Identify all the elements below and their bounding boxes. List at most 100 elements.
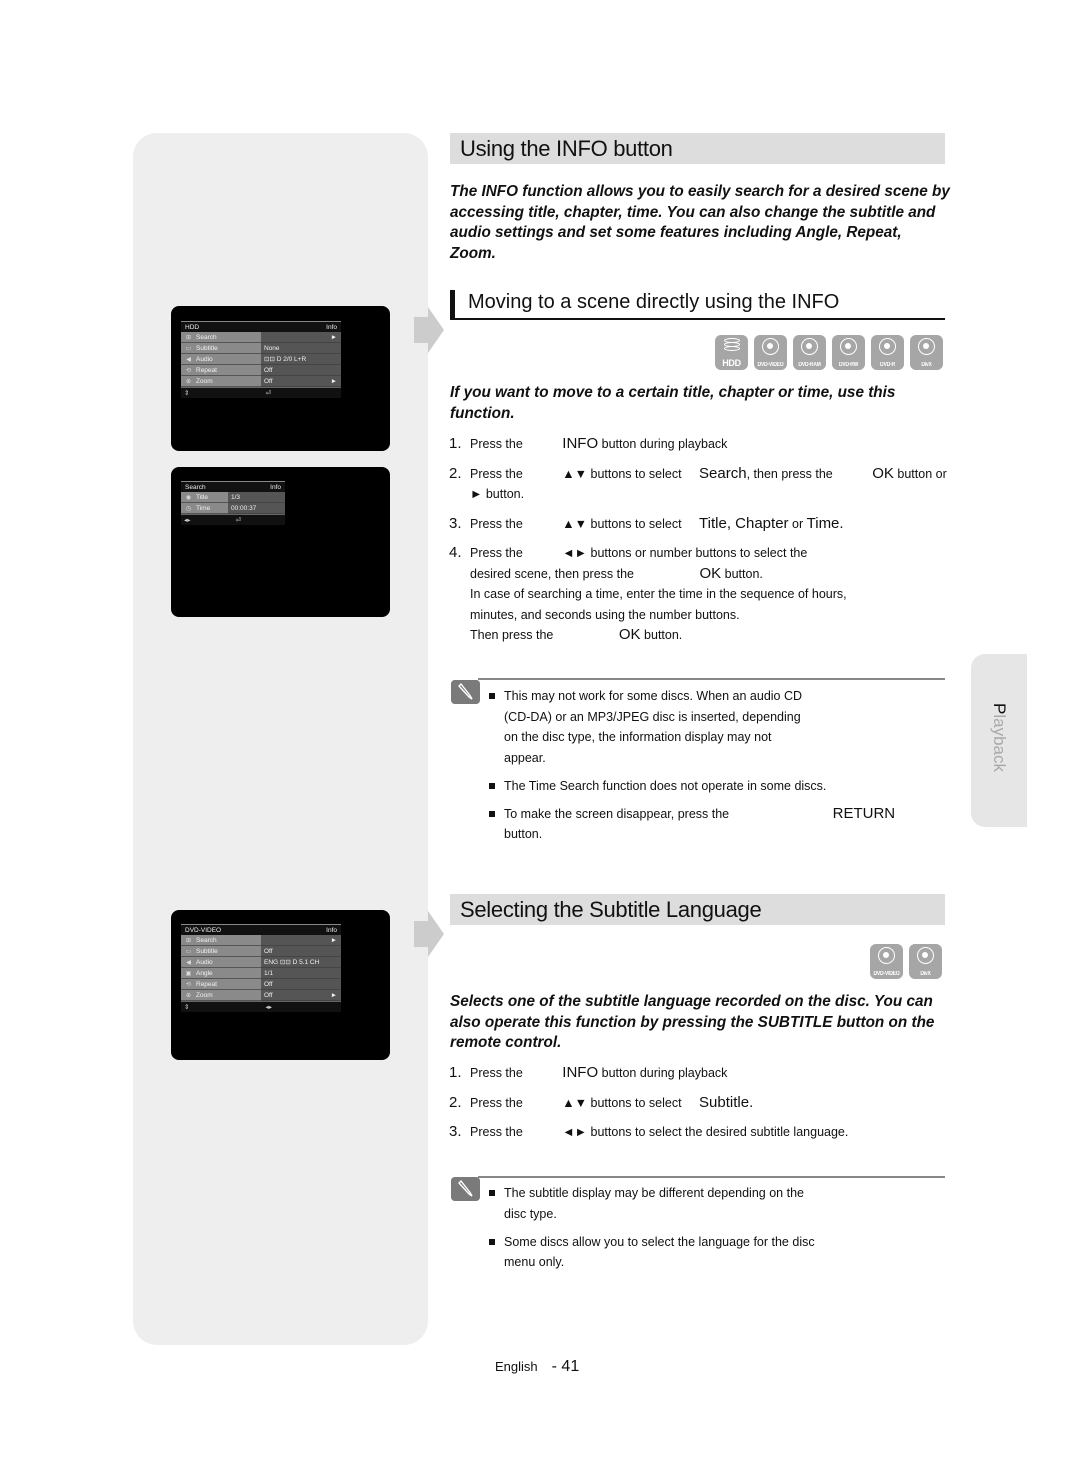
osd-row-audio: ◀ Audio ENG ⊡⊡ D 5.1 CH [181, 957, 341, 968]
osd-row-value: Off [264, 947, 273, 955]
key-name: OK [618, 626, 641, 643]
osd-row-label: Repeat [196, 366, 217, 374]
audio-icon: ◀ [186, 356, 191, 363]
supported-disc-icons: DVD-VIDEO DivX [870, 944, 942, 979]
osd-row-repeat: ⟲ Repeat Off [181, 979, 341, 990]
note-item: Some discs allow you to select the langu… [488, 1232, 838, 1273]
chapter-tab-label: Playback [989, 703, 1009, 772]
osd-row-title: ◉ Title 1/3 [181, 492, 285, 503]
step-item: 3. Press the ◄► buttons to select the de… [449, 1122, 949, 1143]
steps-list: 1. Press the INFO button during playback… [449, 434, 949, 655]
osd-header: DVD-VIDEO Info [181, 924, 341, 935]
chevron-right-icon: ► [330, 991, 337, 999]
chevron-right-icon: ► [330, 936, 337, 944]
step-text: Press the [470, 516, 523, 531]
osd-footer: ⇕ ⏎ [181, 387, 341, 398]
osd-row-label: Zoom [196, 991, 213, 999]
search-icon: ⊞ [185, 334, 192, 341]
step-text: buttons to select [590, 516, 682, 531]
section-heading-info-button: Using the INFO button [450, 133, 945, 164]
osd-row-value: ⊡⊡ D 2/0 L+R [264, 356, 307, 363]
osd-row-search: ⊞ Search ► [181, 935, 341, 946]
osd-header-title: Search [185, 483, 206, 491]
subsection-intro: If you want to move to a certain title, … [450, 384, 896, 422]
osd-row-value: Off [264, 991, 273, 999]
pointer-arrow-icon [414, 307, 444, 353]
step-text: Press the [470, 466, 523, 481]
disc-label: DivX [920, 971, 931, 977]
arrow-keys-icon: ◄► [562, 1125, 588, 1139]
zoom-icon: ⊕ [185, 378, 192, 385]
osd-menu-dvd-video: DVD-VIDEO Info ⊞ Search ► ▭ Subtitle Off ◀… [181, 924, 341, 1012]
step-text: button. [644, 628, 683, 642]
dvd-ram-icon: DVD-RAM [793, 335, 826, 370]
step-number: 3. [449, 514, 462, 532]
step-text: Then press the [470, 628, 554, 642]
footer-language: English [495, 1359, 538, 1374]
subsection-heading: Moving to a scene directly using the INF… [450, 290, 945, 320]
step-text: buttons to select [590, 1095, 682, 1110]
osd-row-label: Zoom [196, 377, 213, 385]
chapter-tab-rest: layback [990, 714, 1009, 772]
disc-label: DVD-R [880, 362, 895, 368]
osd-header-info: Info [326, 926, 337, 934]
osd-row-value: None [264, 344, 280, 352]
osd-row-audio: ◀ Audio ⊡⊡ D 2/0 L+R [181, 354, 341, 365]
arrow-keys-icon: ◄► [562, 546, 588, 560]
disc-label: HDD [722, 358, 741, 368]
osd-row-value: 1/1 [264, 969, 274, 977]
key-name: Subtitle. [699, 1093, 754, 1111]
osd-row-subtitle: ▭ Subtitle None [181, 343, 341, 354]
chapter-tab-playback: Playback [971, 654, 1027, 827]
clock-icon: ◷ [185, 505, 192, 512]
audio-icon: ◀ [186, 959, 191, 966]
subtitle-icon: ▭ [185, 345, 192, 352]
osd-row-label: Search [196, 936, 217, 944]
step-text: Press the [470, 546, 523, 560]
arrow-keys-icon: ▲▼ [562, 1095, 588, 1110]
osd-menu-hdd: HDD Info ⊞ Search ► ▭ Subtitle None ◀ Audio… [181, 321, 341, 398]
osd-footer: ◂▸ ⏎ [181, 514, 285, 525]
step-text: Press the [470, 437, 523, 451]
page-number: - 41 [551, 1358, 580, 1375]
section-intro: The INFO function allows you to easily s… [450, 183, 950, 262]
osd-footer: ⇕ ◂▸ [181, 1001, 341, 1012]
osd-row-label: Repeat [196, 980, 217, 988]
step-item: 1. Press the INFO button during playback [449, 1063, 949, 1084]
osd-menu-search: Search Info ◉ Title 1/3 ◷ Time 00:00:37 ◂▸… [181, 481, 285, 525]
page-footer: English - 41 [495, 1358, 579, 1376]
step-number: 2. [449, 464, 462, 482]
osd-row-search: ⊞ Search ► [181, 332, 341, 343]
section-title: Using the INFO button [460, 136, 673, 161]
divx-icon: DivX [909, 944, 942, 979]
key-name: RETURN [832, 804, 896, 822]
step-item: 1. Press the INFO button during playback [449, 434, 949, 455]
key-name: OK [699, 564, 722, 582]
dvd-video-icon: DVD-VIDEO [754, 335, 787, 370]
note-item: To make the screen disappear, press the … [488, 804, 928, 845]
osd-row-label: Time [196, 504, 211, 512]
osd-row-value: ENG ⊡⊡ D 5.1 CH [264, 959, 320, 966]
step-item: 3. Press the ▲▼ buttons to select Title,… [449, 514, 949, 535]
note-item: The subtitle display may be different de… [488, 1183, 818, 1224]
note-item: This may not work for some discs. When a… [488, 686, 808, 768]
note-pencil-icon [451, 1177, 480, 1201]
key-name: INFO [562, 1064, 599, 1081]
up-down-icon: ⇕ [184, 390, 190, 397]
disc-label: DVD-VIDEO [757, 362, 784, 368]
step-number: 3. [449, 1123, 462, 1140]
step-text: , then press the [746, 466, 833, 481]
notes-list: This may not work for some discs. When a… [488, 686, 928, 852]
section-heading-subtitle-language: Selecting the Subtitle Language [450, 894, 945, 925]
title-icon: ◉ [185, 494, 192, 501]
key-name: Time. [806, 514, 844, 532]
step-text: button during playback [601, 1066, 728, 1080]
key-name: Title, Chapter [699, 514, 789, 532]
dvd-r-icon: DVD-R [871, 335, 904, 370]
note-item: The Time Search function does not operat… [488, 776, 928, 797]
osd-row-value: 00:00:37 [231, 504, 257, 512]
subsection-title: Moving to a scene directly using the INF… [468, 291, 840, 313]
divx-icon: DivX [910, 335, 943, 370]
note-pencil-icon [451, 680, 480, 704]
note-text: To make the screen disappear, press the [504, 806, 730, 821]
